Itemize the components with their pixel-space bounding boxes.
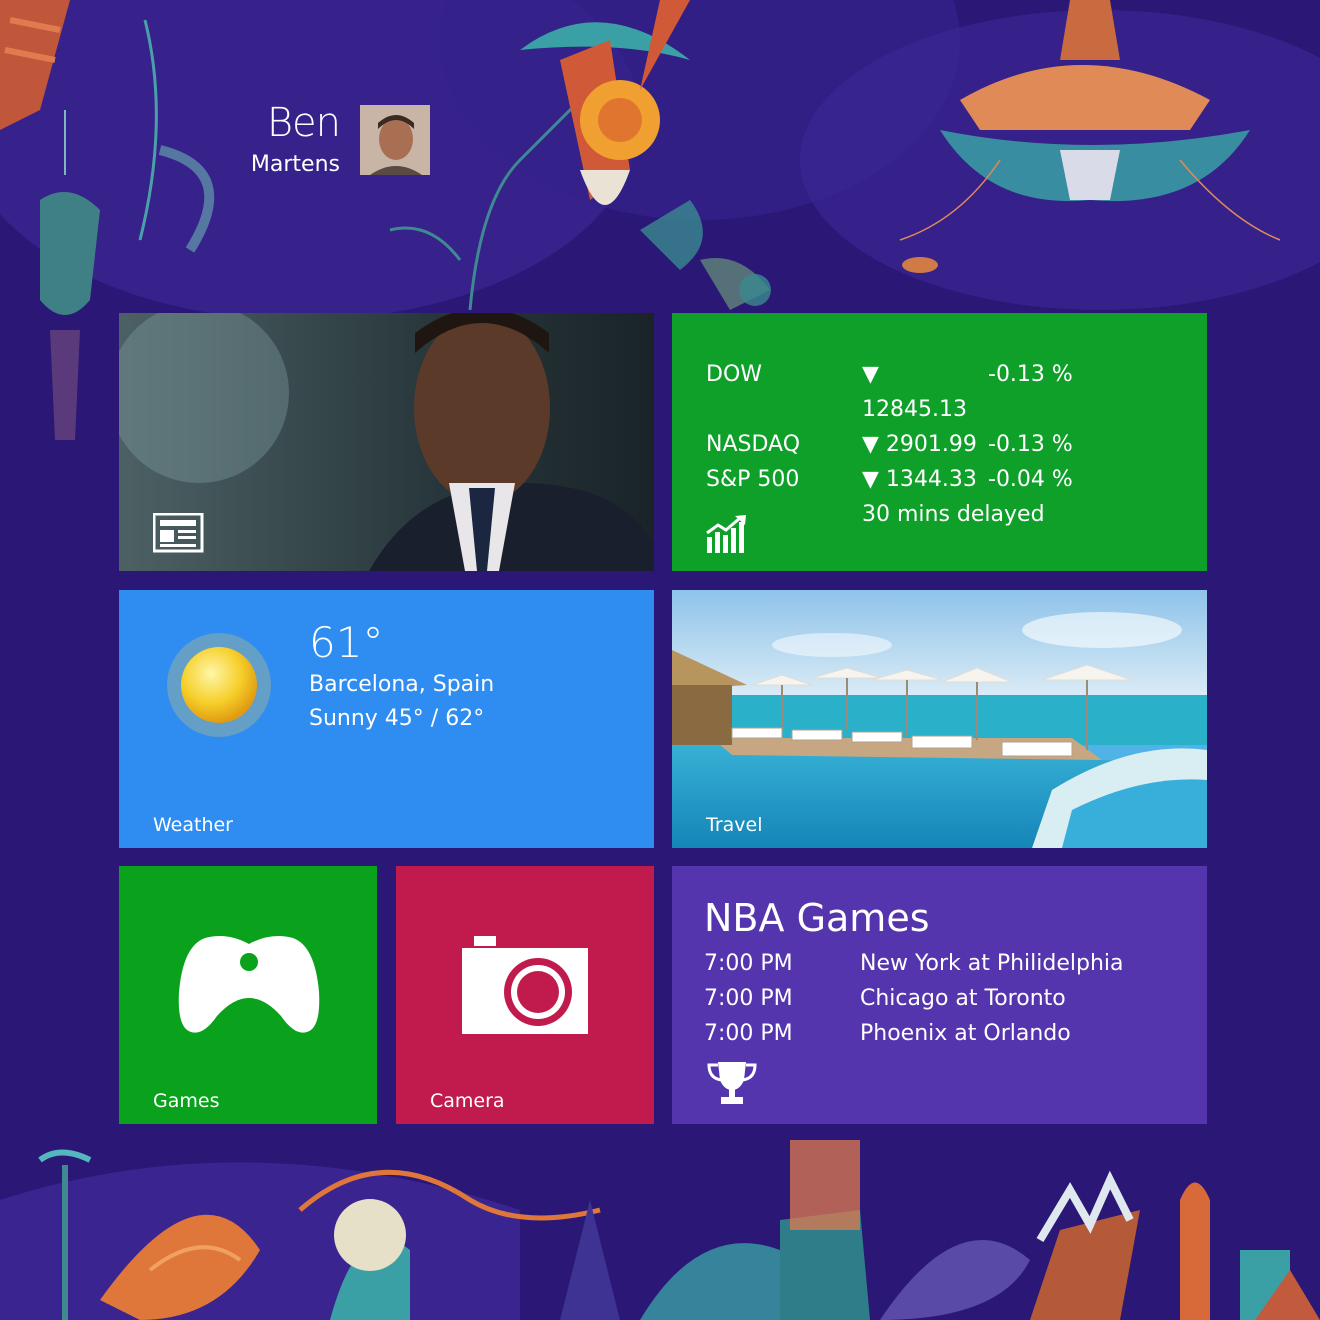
camera-tile[interactable]: Camera — [396, 866, 654, 1124]
stock-row: DOW ▼ 12845.13 -0.13 % — [706, 357, 1088, 427]
stock-value: ▼ 1344.33 — [862, 467, 977, 492]
user-first-name: Ben — [266, 100, 341, 146]
trophy-icon — [707, 1062, 757, 1104]
stock-row: S&P 500 ▼ 1344.33 -0.04 % — [706, 462, 1088, 497]
user-account[interactable]: Ben Martens — [240, 100, 430, 180]
chart-icon — [706, 515, 746, 553]
news-tile[interactable] — [119, 313, 654, 571]
camera-label: Camera — [430, 1090, 505, 1112]
stock-table: DOW ▼ 12845.13 -0.13 % NASDAQ ▼ 2901.99 … — [706, 357, 1088, 532]
games-tile[interactable]: Games — [119, 866, 377, 1124]
weather-tile[interactable]: 61° Barcelona, Spain Sunny 45° / 62° Wea… — [119, 590, 654, 848]
stock-change: -0.13 % — [988, 432, 1073, 457]
game-row: 7:00 PM New York at Philidelphia — [704, 946, 1124, 981]
stock-name: S&P 500 — [706, 467, 800, 492]
stock-name: DOW — [706, 362, 763, 387]
stock-value: ▼ 2901.99 — [862, 432, 977, 457]
finance-tile[interactable]: DOW ▼ 12845.13 -0.13 % NASDAQ ▼ 2901.99 … — [672, 313, 1207, 571]
controller-icon — [178, 936, 320, 1033]
avatar[interactable] — [360, 105, 430, 175]
stock-row: NASDAQ ▼ 2901.99 -0.13 % — [706, 427, 1088, 462]
game-matchup: Chicago at Toronto — [860, 986, 1066, 1011]
stock-change: -0.13 % — [988, 362, 1073, 387]
games-label: Games — [153, 1090, 220, 1112]
weather-label: Weather — [153, 814, 233, 836]
newspaper-icon — [153, 513, 204, 553]
weather-location: Barcelona, Spain — [309, 672, 495, 697]
travel-label: Travel — [706, 814, 763, 836]
sun-icon — [167, 633, 271, 737]
game-row: 7:00 PM Chicago at Toronto — [704, 981, 1124, 1016]
weather-condition: Sunny 45° / 62° — [309, 706, 485, 731]
camera-icon — [462, 936, 588, 1034]
stock-change: -0.04 % — [988, 467, 1073, 492]
game-row: 7:00 PM Phoenix at Orlando — [704, 1016, 1124, 1051]
game-time: 7:00 PM — [704, 951, 793, 976]
sports-title: NBA Games — [704, 896, 930, 940]
games-schedule: 7:00 PM New York at Philidelphia 7:00 PM… — [704, 946, 1124, 1051]
user-last-name: Martens — [250, 152, 340, 177]
game-time: 7:00 PM — [704, 1021, 793, 1046]
sports-tile[interactable]: NBA Games 7:00 PM New York at Philidelph… — [672, 866, 1207, 1124]
stock-value: ▼ 12845.13 — [862, 362, 967, 422]
game-matchup: Phoenix at Orlando — [860, 1021, 1071, 1046]
weather-temperature: 61° — [309, 618, 384, 667]
travel-photo — [672, 590, 1207, 848]
game-time: 7:00 PM — [704, 986, 793, 1011]
game-matchup: New York at Philidelphia — [860, 951, 1124, 976]
travel-tile[interactable]: Travel — [672, 590, 1207, 848]
delay-note: 30 mins delayed — [862, 502, 1045, 527]
stock-name: NASDAQ — [706, 432, 801, 457]
